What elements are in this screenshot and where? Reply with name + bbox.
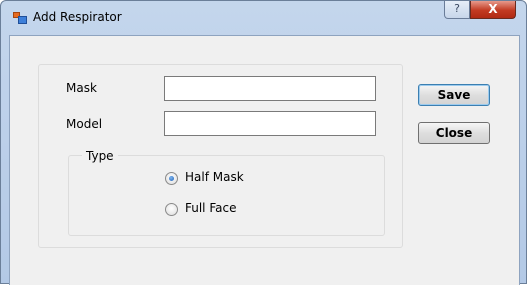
- type-group-label: Type: [82, 149, 118, 163]
- mask-input[interactable]: [164, 76, 376, 101]
- half-mask-label[interactable]: Half Mask: [185, 170, 244, 184]
- app-icon: [13, 12, 27, 24]
- model-input[interactable]: [164, 111, 376, 136]
- close-icon: X: [488, 2, 498, 16]
- dialog-client-area: Mask Model Type Half Mask Full Face Save…: [9, 35, 520, 285]
- dialog-window: Add Respirator ? X Mask Model Type Half …: [0, 0, 527, 285]
- full-face-radio[interactable]: [165, 203, 178, 216]
- type-groupbox: [68, 155, 385, 236]
- window-close-button[interactable]: X: [470, 1, 516, 19]
- help-icon: ?: [454, 2, 460, 15]
- help-button[interactable]: ?: [444, 1, 470, 19]
- save-button[interactable]: Save: [418, 84, 490, 106]
- title-bar[interactable]: Add Respirator ? X: [1, 1, 526, 35]
- half-mask-radio[interactable]: [165, 172, 178, 185]
- window-title: Add Respirator: [33, 10, 122, 24]
- model-label: Model: [66, 117, 103, 131]
- mask-label: Mask: [66, 81, 97, 95]
- close-button[interactable]: Close: [418, 122, 490, 144]
- full-face-label[interactable]: Full Face: [185, 201, 236, 215]
